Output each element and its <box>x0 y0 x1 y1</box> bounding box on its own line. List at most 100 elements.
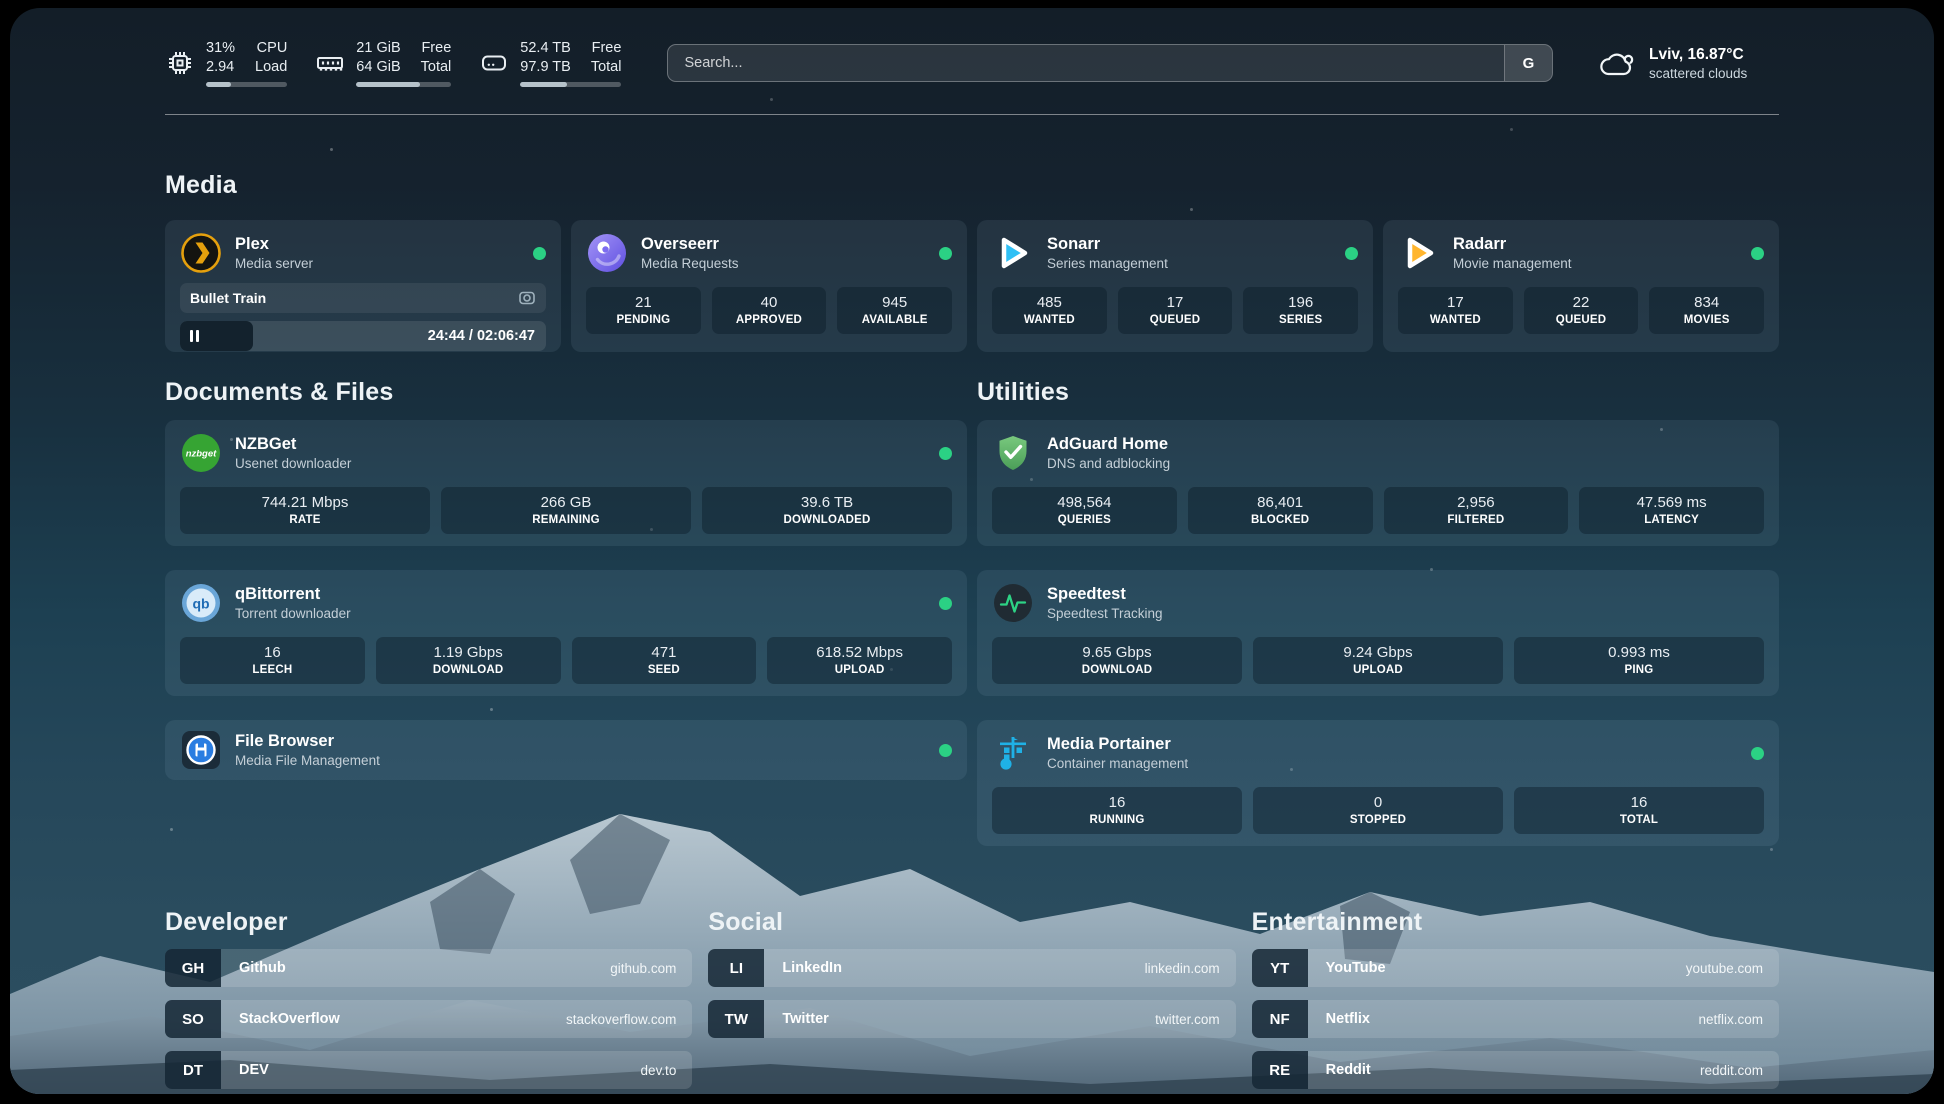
section-title-utilities: Utilities <box>977 378 1779 407</box>
weather-location-temp: Lviv, 16.87°C <box>1649 46 1747 64</box>
overseerr-icon <box>586 232 628 274</box>
top-bar: 31% CPU 2.94 Load <box>165 34 1779 92</box>
cpu-label: CPU <box>255 39 287 58</box>
bookmark-group-social: Social LI LinkedIn linkedin.com TW Twitt… <box>708 908 1235 1038</box>
stat-total: 16 TOTAL <box>1514 787 1764 834</box>
disk-stat: 52.4 TB Free 97.9 TB Total <box>479 39 621 87</box>
svg-text:nzbget: nzbget <box>186 449 217 460</box>
playback-device-icon <box>518 289 536 307</box>
app-desc: Movie management <box>1453 255 1572 272</box>
app-desc: DNS and adblocking <box>1047 455 1170 472</box>
app-name: Overseerr <box>641 234 739 255</box>
bookmark-url: stackoverflow.com <box>566 1012 676 1027</box>
disk-icon <box>479 48 509 78</box>
weather-condition: scattered clouds <box>1649 66 1747 81</box>
section-title-social: Social <box>708 908 1235 937</box>
stat-latency: 47.569 ms LATENCY <box>1579 487 1764 534</box>
app-card-nzbget[interactable]: nzbget NZBGet Usenet downloader 744.21 M… <box>165 420 967 546</box>
stat-rate: 744.21 Mbps RATE <box>180 487 430 534</box>
app-card-filebrowser[interactable]: File Browser Media File Management <box>165 720 967 780</box>
bookmark-netflix[interactable]: NF Netflix netflix.com <box>1252 1000 1779 1038</box>
disk-total-value: 97.9 TB <box>520 58 571 77</box>
playback-time: 24:44 / 02:06:47 <box>428 328 546 344</box>
stat-upload: 618.52 Mbps UPLOAD <box>767 637 952 684</box>
bookmark-abbr: DT <box>165 1051 221 1089</box>
section-title-developer: Developer <box>165 908 692 937</box>
app-name: Radarr <box>1453 234 1572 255</box>
app-name: Media Portainer <box>1047 734 1188 755</box>
ram-total-value: 64 GiB <box>356 58 400 77</box>
dashboard-window: 31% CPU 2.94 Load <box>10 8 1934 1094</box>
stat-download: 9.65 Gbps DOWNLOAD <box>992 637 1242 684</box>
disk-progress-track <box>520 82 621 87</box>
app-card-qbittorrent[interactable]: qb qBittorrent Torrent downloader 16 LEE… <box>165 570 967 696</box>
bookmark-name: Reddit <box>1326 1062 1371 1078</box>
bookmark-twitter[interactable]: TW Twitter twitter.com <box>708 1000 1235 1038</box>
stat-wanted: 17 WANTED <box>1398 287 1513 334</box>
bookmark-youtube[interactable]: YT YouTube youtube.com <box>1252 949 1779 987</box>
cpu-stat: 31% CPU 2.94 Load <box>165 39 287 87</box>
bookmark-dev[interactable]: DT DEV dev.to <box>165 1051 692 1089</box>
app-card-speedtest[interactable]: Speedtest Speedtest Tracking 9.65 Gbps D… <box>977 570 1779 696</box>
app-card-plex[interactable]: Plex Media server Bullet Train <box>165 220 561 352</box>
nzbget-icon: nzbget <box>180 432 222 474</box>
app-card-overseerr[interactable]: Overseerr Media Requests 21 PENDING 40 A… <box>571 220 967 352</box>
app-card-sonarr[interactable]: Sonarr Series management 485 WANTED 17 Q… <box>977 220 1373 352</box>
stat-approved: 40 APPROVED <box>712 287 827 334</box>
bookmark-abbr: GH <box>165 949 221 987</box>
search-input[interactable] <box>668 45 1504 81</box>
stat-running: 16 RUNNING <box>992 787 1242 834</box>
cpu-progress-track <box>206 82 287 87</box>
stat-queued: 17 QUEUED <box>1118 287 1233 334</box>
bookmark-abbr: SO <box>165 1000 221 1038</box>
app-desc: Media File Management <box>235 752 380 769</box>
utilities-column: Utilities AdGuard Home <box>977 378 1779 846</box>
stat-queued: 22 QUEUED <box>1524 287 1639 334</box>
speedtest-icon <box>992 582 1034 624</box>
disk-total-label: Total <box>591 58 622 77</box>
app-card-adguard[interactable]: AdGuard Home DNS and adblocking 498,564 … <box>977 420 1779 546</box>
now-playing-row: Bullet Train <box>180 283 546 313</box>
bookmark-abbr: YT <box>1252 949 1308 987</box>
ram-icon <box>315 48 345 78</box>
search-engine-button[interactable]: G <box>1504 45 1552 81</box>
plex-icon <box>180 232 222 274</box>
bookmark-name: StackOverflow <box>239 1011 340 1027</box>
svg-text:qb: qb <box>192 596 209 612</box>
bookmark-stackoverflow[interactable]: SO StackOverflow stackoverflow.com <box>165 1000 692 1038</box>
stat-downloaded: 39.6 TB DOWNLOADED <box>702 487 952 534</box>
stat-ping: 0.993 ms PING <box>1514 637 1764 684</box>
app-name: Plex <box>235 234 313 255</box>
filebrowser-icon <box>180 729 222 771</box>
section-title-documents: Documents & Files <box>165 378 967 407</box>
memory-stat: 21 GiB Free 64 GiB Total <box>315 39 451 87</box>
bookmark-github[interactable]: GH Github github.com <box>165 949 692 987</box>
playback-progress-bar: 24:44 / 02:06:47 <box>180 321 546 351</box>
stat-leech: 16 LEECH <box>180 637 365 684</box>
bookmark-url: github.com <box>610 961 676 976</box>
section-title-entertainment: Entertainment <box>1252 908 1779 937</box>
app-desc: Container management <box>1047 755 1188 772</box>
media-grid: Plex Media server Bullet Train <box>165 220 1779 352</box>
app-card-radarr[interactable]: Radarr Movie management 17 WANTED 22 QUE… <box>1383 220 1779 352</box>
app-desc: Torrent downloader <box>235 605 351 622</box>
app-name: NZBGet <box>235 434 351 455</box>
status-dot <box>1751 247 1764 260</box>
stat-upload: 9.24 Gbps UPLOAD <box>1253 637 1503 684</box>
stat-wanted: 485 WANTED <box>992 287 1107 334</box>
bookmark-name: YouTube <box>1326 960 1386 976</box>
app-name: Sonarr <box>1047 234 1168 255</box>
bookmark-reddit[interactable]: RE Reddit reddit.com <box>1252 1051 1779 1089</box>
disk-free-value: 52.4 TB <box>520 39 571 58</box>
status-dot <box>1345 247 1358 260</box>
cpu-icon <box>165 48 195 78</box>
ram-free-label: Free <box>421 39 452 58</box>
sonarr-icon <box>992 232 1034 274</box>
stat-filtered: 2,956 FILTERED <box>1384 487 1569 534</box>
app-desc: Media server <box>235 255 313 272</box>
app-card-portainer[interactable]: Media Portainer Container management 16 … <box>977 720 1779 846</box>
bookmark-linkedin[interactable]: LI LinkedIn linkedin.com <box>708 949 1235 987</box>
search-bar: G <box>667 44 1553 82</box>
stat-download: 1.19 Gbps DOWNLOAD <box>376 637 561 684</box>
bookmark-url: dev.to <box>641 1063 677 1078</box>
